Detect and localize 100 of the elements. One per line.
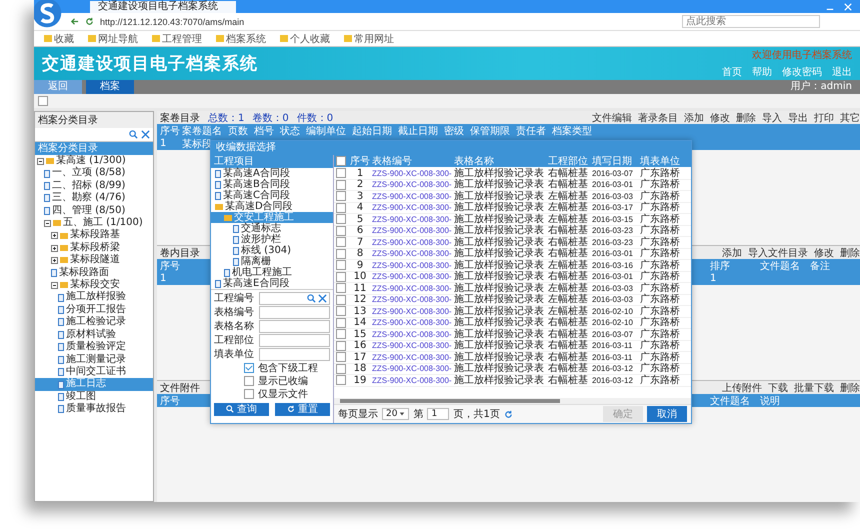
tree-item[interactable]: 机电工程施工 bbox=[211, 267, 333, 278]
bookmark-item[interactable]: 个人收藏 bbox=[290, 32, 330, 46]
bookmark-item[interactable]: 收藏 bbox=[54, 32, 74, 46]
tree-item[interactable]: 分项开工报告 bbox=[35, 304, 153, 316]
toolbar-button[interactable]: 导入文件目录 bbox=[748, 246, 808, 260]
toolbar-button[interactable]: 修改 bbox=[710, 111, 730, 124]
toolbar-button[interactable]: 添加 bbox=[684, 111, 704, 124]
row-checkbox[interactable] bbox=[336, 248, 346, 259]
tree-item[interactable]: 某高速E合同段 bbox=[211, 278, 333, 289]
tree-item[interactable]: 施工测量记录 bbox=[35, 354, 153, 366]
table-link[interactable]: ZZS-900-XC-008-300- bbox=[372, 363, 454, 374]
tree-item[interactable]: 某高速C合同段 bbox=[211, 190, 333, 201]
checkbox[interactable] bbox=[38, 96, 48, 106]
table-link[interactable]: ZZS-900-XC-008-300- bbox=[372, 202, 454, 214]
toolbar-button[interactable]: 打印 bbox=[814, 111, 834, 124]
row-checkbox[interactable] bbox=[336, 294, 346, 305]
tree-item[interactable]: 四、管理 (8/50) bbox=[35, 204, 153, 218]
tree-item[interactable]: 交通标志 bbox=[211, 223, 333, 234]
refresh-icon[interactable] bbox=[504, 410, 513, 418]
table-link[interactable]: ZZS-900-XC-008-300- bbox=[372, 282, 454, 294]
table-link[interactable]: ZZS-900-XC-008-300- bbox=[372, 328, 454, 340]
expander-icon[interactable] bbox=[51, 232, 58, 240]
tree-item[interactable]: 某高速B合同段 bbox=[211, 179, 333, 190]
table-link[interactable]: ZZS-900-XC-008-300- bbox=[372, 294, 454, 306]
input-field[interactable] bbox=[259, 348, 330, 361]
tree-item[interactable]: 中间交工证书 bbox=[35, 366, 153, 378]
back-icon[interactable] bbox=[70, 17, 79, 26]
tree-item[interactable]: 某标段路基 bbox=[35, 229, 153, 242]
tree-item[interactable]: 原材料试验 bbox=[35, 328, 153, 342]
toolbar-button[interactable]: 删除 bbox=[840, 246, 860, 260]
toolbar-button[interactable]: 添加 bbox=[722, 246, 742, 260]
toolbar-button[interactable]: 其它 bbox=[840, 111, 860, 124]
toolbar-button[interactable]: 著录条目 bbox=[638, 111, 678, 124]
table-link[interactable]: ZZS-900-XC-008-300- bbox=[372, 374, 454, 386]
tree-item[interactable]: 标线 (304) bbox=[211, 245, 333, 256]
toolbar-button[interactable]: 删除 bbox=[840, 380, 860, 394]
search-icon[interactable] bbox=[307, 294, 316, 303]
browser-tab[interactable]: 交通建设项目电子档案系统 bbox=[90, 1, 236, 13]
address-field[interactable]: http://121.12.120.43:7070/ams/main bbox=[100, 16, 676, 26]
dialog-button[interactable]: 取消 bbox=[647, 406, 687, 422]
table-link[interactable]: ZZS-900-XC-008-300- bbox=[372, 168, 454, 179]
expander-icon[interactable] bbox=[51, 282, 58, 289]
search-field[interactable]: 点此搜索 bbox=[682, 15, 820, 28]
row-checkbox[interactable] bbox=[336, 180, 346, 190]
checkbox[interactable] bbox=[244, 376, 254, 386]
expander-icon[interactable] bbox=[44, 220, 51, 227]
scrollbar-thumb[interactable] bbox=[340, 399, 560, 403]
table-link[interactable]: ZZS-900-XC-008-300- bbox=[372, 352, 454, 363]
table-link[interactable]: ZZS-900-XC-008-300- bbox=[372, 225, 454, 236]
row-checkbox[interactable] bbox=[336, 283, 346, 294]
tree-item[interactable]: 某高速D合同段 bbox=[211, 201, 333, 212]
row-checkbox[interactable] bbox=[336, 364, 346, 374]
bookmark-item[interactable]: 档案系统 bbox=[226, 32, 266, 46]
reset-button[interactable]: 重置 bbox=[275, 403, 330, 416]
row-checkbox[interactable] bbox=[336, 191, 346, 202]
row-checkbox[interactable] bbox=[336, 375, 346, 386]
table-link[interactable]: ZZS-900-XC-008-300- bbox=[372, 190, 454, 202]
table-link[interactable]: ZZS-900-XC-008-300- bbox=[372, 214, 454, 225]
toolbar-button[interactable]: 批量下载 bbox=[794, 380, 834, 394]
table-link[interactable]: ZZS-900-XC-008-300- bbox=[372, 271, 454, 282]
table-link[interactable]: ZZS-900-XC-008-300- bbox=[372, 236, 454, 248]
tree-item[interactable]: 施工检验记录 bbox=[35, 316, 153, 329]
row-checkbox[interactable] bbox=[336, 168, 346, 178]
clear-icon[interactable] bbox=[141, 130, 150, 139]
tree-item[interactable]: 质量检验评定 bbox=[35, 341, 153, 354]
tree-item[interactable]: 波形护栏 bbox=[211, 234, 333, 245]
table-link[interactable]: ZZS-900-XC-008-300- bbox=[372, 317, 454, 328]
tree-item[interactable]: 竣工图 bbox=[35, 390, 153, 404]
toolbar-button[interactable]: 导出 bbox=[788, 111, 808, 124]
page-tab[interactable]: 档案 bbox=[86, 80, 134, 94]
tree-item[interactable]: 五、施工 (1/100) bbox=[35, 217, 153, 230]
tree-item[interactable]: 隔离栅 bbox=[211, 256, 333, 267]
refresh-icon[interactable] bbox=[85, 17, 94, 26]
table-link[interactable]: ZZS-900-XC-008-300- bbox=[372, 179, 454, 190]
close-icon[interactable] bbox=[844, 2, 852, 10]
tree-item[interactable]: 某标段桥梁 bbox=[35, 242, 153, 254]
bookmark-item[interactable]: 网址导航 bbox=[98, 32, 138, 46]
row-checkbox[interactable] bbox=[336, 214, 346, 224]
row-checkbox[interactable] bbox=[336, 318, 346, 328]
tree-item[interactable]: 施工放样报验 bbox=[35, 291, 153, 304]
table-link[interactable]: ZZS-900-XC-008-300- bbox=[372, 340, 454, 352]
row-checkbox[interactable] bbox=[336, 352, 346, 362]
row-checkbox[interactable] bbox=[336, 329, 346, 340]
tree-item[interactable]: 某标段路面 bbox=[35, 266, 153, 280]
tree-item[interactable]: 某标段隧道 bbox=[35, 254, 153, 267]
bookmark-item[interactable]: 工程管理 bbox=[162, 32, 202, 46]
checkbox[interactable] bbox=[244, 363, 254, 373]
row-checkbox[interactable] bbox=[336, 272, 346, 282]
toolbar-button[interactable]: 上传附件 bbox=[722, 380, 762, 394]
toolbar-button[interactable]: 修改 bbox=[814, 246, 834, 260]
expander-icon[interactable] bbox=[51, 256, 58, 264]
toolbar-button[interactable]: 删除 bbox=[736, 111, 756, 124]
page-input[interactable]: 1 bbox=[427, 408, 450, 420]
select-all-checkbox[interactable] bbox=[336, 156, 346, 166]
row-checkbox[interactable] bbox=[336, 226, 346, 236]
checkbox[interactable] bbox=[244, 389, 254, 399]
toolbar-button[interactable]: 下载 bbox=[768, 380, 788, 394]
row-checkbox[interactable] bbox=[336, 237, 346, 248]
input-field[interactable] bbox=[259, 334, 330, 347]
bookmark-item[interactable]: 常用网址 bbox=[354, 32, 394, 46]
